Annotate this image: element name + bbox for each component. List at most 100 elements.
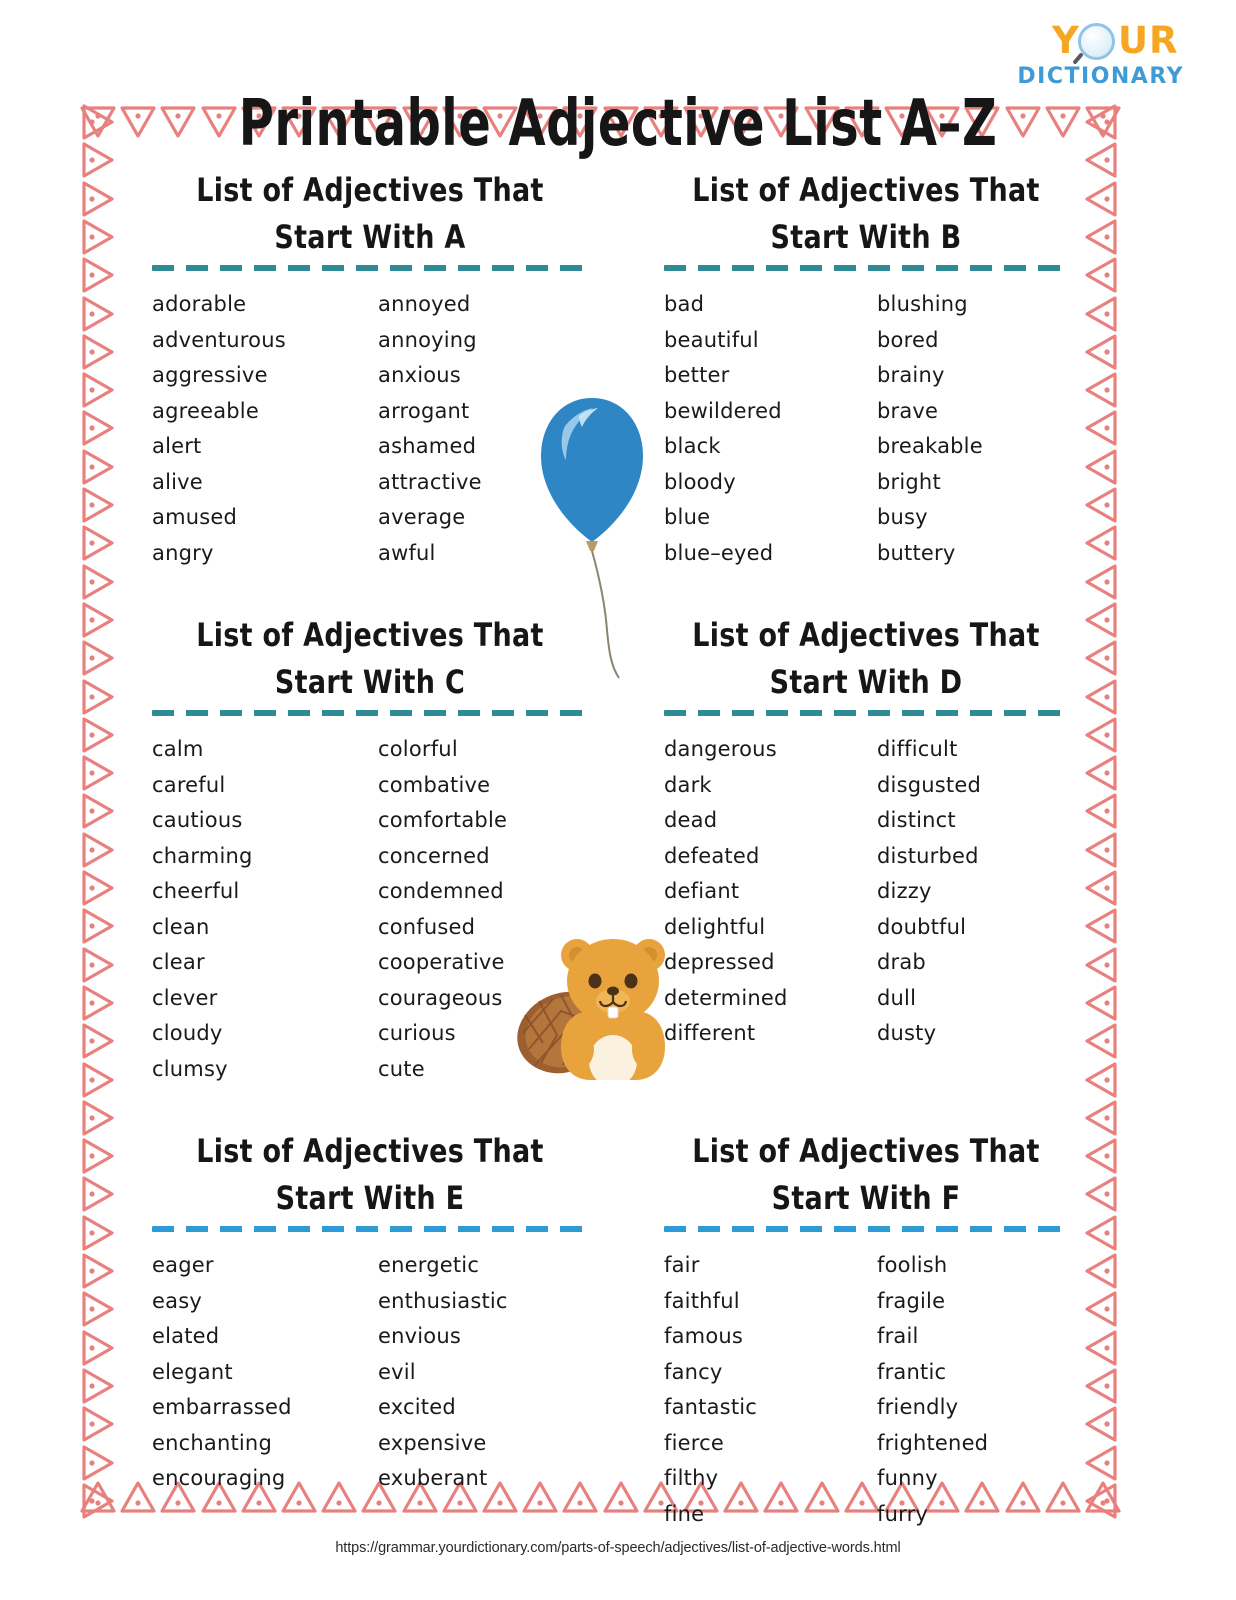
adjective-word: clear [152, 950, 205, 974]
border-triangle-icon [78, 1290, 118, 1328]
adjective-word: enthusiastic [378, 1288, 508, 1313]
border-triangle-icon [78, 984, 118, 1022]
adjective-word: alert [152, 434, 202, 458]
border-triangle-icon [78, 907, 118, 945]
adjective-word: alive [152, 469, 203, 494]
adjective-word: annoyed [378, 292, 471, 316]
adjective-word: beautiful [664, 327, 759, 352]
adjective-word: comfortable [378, 808, 508, 832]
adjective-word: buttery [877, 540, 956, 565]
adjective-word: fragile [877, 1288, 946, 1313]
adjective-word: dark [664, 772, 712, 797]
border-left [78, 103, 120, 1521]
adjective-word: frail [877, 1324, 919, 1348]
section-row-cd: List of Adjectives That Start With C cal… [130, 613, 1090, 1087]
adjective-word: foolish [877, 1253, 948, 1277]
adjective-word: bored [877, 327, 939, 352]
section-d-divider [664, 710, 1068, 716]
border-triangle-icon [78, 1405, 118, 1443]
adjective-word: faithful [664, 1288, 740, 1313]
logo-letter-y: Y [1052, 19, 1080, 62]
adjective-word: careful [152, 772, 226, 797]
section-c-heading-line1: List of Adjectives That [196, 617, 544, 655]
adjective-word: elated [152, 1324, 220, 1348]
border-triangle-icon [78, 1099, 118, 1137]
adjective-word: adorable [152, 292, 247, 316]
adjective-word: condemned [378, 879, 504, 903]
adjective-word: enchanting [152, 1430, 272, 1455]
adjective-word: agreeable [152, 398, 259, 423]
adjective-word: determined [664, 985, 788, 1010]
adjective-word: defiant [664, 879, 740, 903]
section-b: List of Adjectives That Start With B bad… [610, 168, 1090, 571]
border-triangle-icon [78, 256, 118, 294]
section-b-heading-line1: List of Adjectives That [692, 172, 1040, 210]
border-triangle-icon [78, 448, 118, 486]
section-d: List of Adjectives That Start With D dan… [610, 613, 1090, 1087]
section-e: List of Adjectives That Start With E eag… [130, 1129, 610, 1532]
section-a-column-2: annoyed annoying anxious arrogant ashamed att… [378, 287, 604, 571]
adjective-word: furry [877, 1501, 929, 1526]
border-triangle-icon [78, 869, 118, 907]
adjective-word: anxious [378, 363, 461, 387]
section-a-divider [152, 265, 588, 271]
adjective-word: disturbed [877, 843, 979, 868]
logo-your-wordmark: Y UR [994, 19, 1184, 65]
adjective-word: blue–eyed [664, 540, 774, 565]
adjective-word: clumsy [152, 1056, 228, 1081]
section-c-column-1: calm careful cautious charming cheerful clean… [152, 732, 378, 1087]
border-triangle-icon [78, 1329, 118, 1367]
section-d-words: dangerous dark dead defeated defiant delightf… [642, 732, 1090, 1052]
border-triangle-icon [78, 371, 118, 409]
adjective-word: eager [152, 1253, 214, 1277]
adjective-word: aggressive [152, 363, 268, 387]
adjective-word: combative [378, 772, 491, 797]
section-c-words: calm careful cautious charming cheerful clean… [130, 732, 610, 1087]
border-triangle-icon [78, 792, 118, 830]
section-d-heading-line2: Start With D [769, 664, 963, 702]
adjective-word: difficult [877, 737, 958, 761]
adjective-word: ashamed [378, 434, 477, 458]
adjective-word: bright [877, 469, 941, 494]
border-triangle-icon [78, 1061, 118, 1099]
border-triangle-icon [78, 1022, 118, 1060]
adjective-word: doubtful [877, 914, 967, 939]
border-triangle-icon [78, 678, 118, 716]
adjective-word: dangerous [664, 737, 777, 761]
border-triangle-icon [78, 218, 118, 256]
section-f-heading-line1: List of Adjectives That [692, 1133, 1040, 1171]
adjective-word: calm [152, 737, 204, 761]
adjective-word: cheerful [152, 879, 240, 903]
adjective-word: disgusted [877, 772, 981, 797]
footer-url: https://grammar.yourdictionary.com/parts… [335, 1540, 901, 1556]
adjective-word: bloody [664, 469, 736, 494]
adjective-word: defeated [664, 843, 760, 868]
adjective-word: brave [877, 398, 939, 423]
adjective-word: cloudy [152, 1021, 223, 1045]
adjective-word: fantastic [664, 1395, 758, 1419]
adjective-word: drab [877, 950, 926, 974]
adjective-word: arrogant [378, 398, 470, 423]
section-f-heading-line2: Start With F [771, 1180, 961, 1218]
adjective-word: charming [152, 843, 253, 868]
adjective-word: confused [378, 914, 476, 939]
section-a-words: adorable adventurous aggressive agreeable al… [130, 287, 610, 571]
adjective-word: better [664, 363, 730, 387]
section-c: List of Adjectives That Start With C cal… [130, 613, 610, 1087]
adjective-word: energetic [378, 1253, 480, 1277]
adjective-word: exuberant [378, 1466, 488, 1490]
adjective-word: bad [664, 292, 705, 316]
adjective-word: friendly [877, 1395, 959, 1419]
adjective-word: dull [877, 985, 917, 1010]
adjective-word: dizzy [877, 879, 932, 903]
adjective-word: angry [152, 540, 214, 565]
adjective-word: courageous [378, 985, 503, 1010]
section-b-words: bad beautiful better bewildered black bloody b… [642, 287, 1090, 571]
adjective-word: clever [152, 985, 218, 1010]
adjective-word: fine [664, 1501, 705, 1526]
adjective-word: bewildered [664, 398, 782, 423]
page-title: Printable Adjective List A–Z [238, 86, 998, 161]
section-b-column-1: bad beautiful better bewildered black bloody b… [664, 287, 877, 571]
section-row-ab: List of Adjectives That Start With A ado… [130, 168, 1090, 571]
adjective-word: filthy [664, 1466, 719, 1490]
